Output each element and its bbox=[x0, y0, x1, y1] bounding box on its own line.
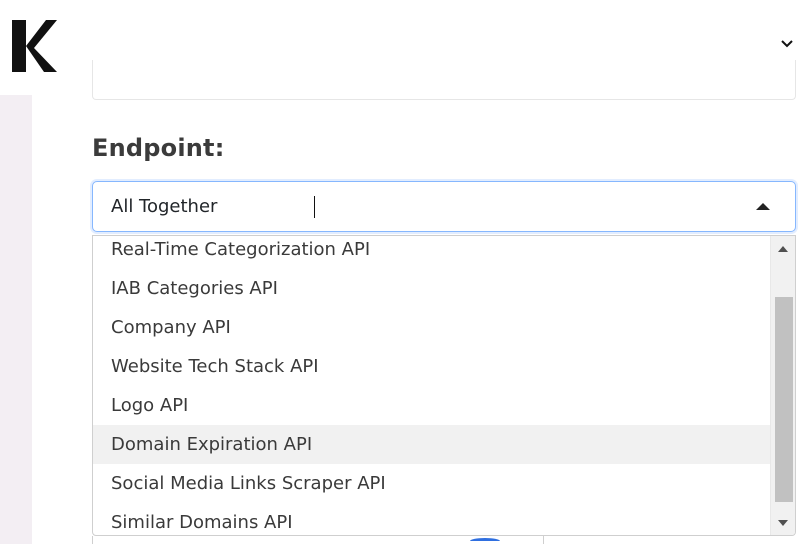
chevron-down-icon[interactable] bbox=[777, 34, 797, 54]
dropdown-scrollbar[interactable] bbox=[770, 236, 795, 535]
option-company[interactable]: Company API bbox=[93, 308, 771, 347]
endpoint-dropdown[interactable]: Real-Time Categorization API IAB Categor… bbox=[92, 235, 796, 536]
scroll-up-arrow-icon[interactable] bbox=[778, 245, 788, 253]
endpoint-label: Endpoint: bbox=[92, 134, 225, 162]
text-caret bbox=[314, 196, 315, 218]
option-real-time-categorization[interactable]: Real-Time Categorization API bbox=[93, 236, 771, 269]
option-iab-categories[interactable]: IAB Categories API bbox=[93, 269, 771, 308]
option-domain-expiration[interactable]: Domain Expiration API bbox=[93, 425, 771, 464]
option-similar-domains[interactable]: Similar Domains API bbox=[93, 503, 771, 535]
k-logo-icon[interactable] bbox=[10, 18, 58, 74]
sidebar-strip bbox=[0, 95, 32, 544]
scroll-down-arrow-icon[interactable] bbox=[778, 519, 788, 527]
option-list: Real-Time Categorization API IAB Categor… bbox=[93, 236, 771, 535]
endpoint-select-value[interactable]: All Together bbox=[111, 196, 217, 217]
endpoint-select[interactable]: All Together bbox=[92, 181, 796, 232]
previous-field bbox=[92, 60, 796, 100]
underlying-graphic bbox=[470, 538, 500, 544]
option-website-tech-stack[interactable]: Website Tech Stack API bbox=[93, 347, 771, 386]
option-logo[interactable]: Logo API bbox=[93, 386, 771, 425]
caret-up-icon[interactable] bbox=[755, 201, 771, 211]
scrollbar-thumb[interactable] bbox=[775, 297, 793, 502]
option-social-media-links-scraper[interactable]: Social Media Links Scraper API bbox=[93, 464, 771, 503]
